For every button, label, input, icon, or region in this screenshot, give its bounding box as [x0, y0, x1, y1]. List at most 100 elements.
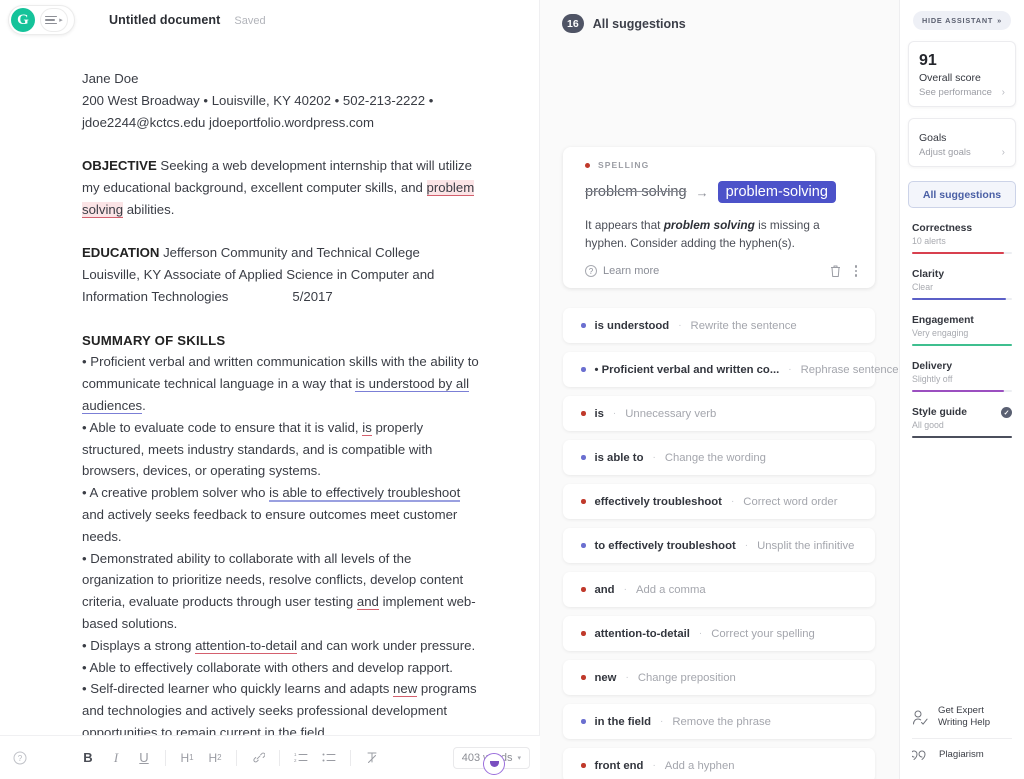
- learn-more-link[interactable]: ? Learn more: [585, 265, 659, 277]
- suggestion-target-text: in the field: [594, 715, 652, 728]
- metric-delivery[interactable]: Delivery Slightly off: [912, 361, 1012, 392]
- hide-assistant-label: HIDE ASSISTANT: [921, 16, 994, 25]
- metric-name-row: Style guide ✓: [912, 407, 1012, 418]
- education-heading: EDUCATION: [82, 245, 160, 261]
- grammarly-logo-icon[interactable]: G: [11, 8, 35, 32]
- adjust-goals-link[interactable]: Adjust goals ›: [919, 147, 1005, 158]
- grammarly-editor-app: G ▸ Untitled document Saved Jane Doe 200…: [0, 0, 1024, 779]
- doc-education-line-2: Louisville, KY Associate of Applied Scie…: [82, 264, 484, 308]
- clear-formatting-icon[interactable]: [358, 744, 386, 772]
- question-mark-icon: ?: [585, 265, 597, 277]
- list-item[interactable]: to effectively troubleshoot · Unsplit th…: [563, 528, 875, 563]
- bullet-flagged-phrase-last[interactable]: in the field: [264, 724, 325, 735]
- trash-icon[interactable]: [829, 264, 842, 278]
- suggestion-action-text: Remove the phrase: [672, 715, 771, 728]
- severity-dot-icon: [581, 543, 586, 548]
- h2-sub: 2: [217, 753, 222, 762]
- list-item[interactable]: • Proficient verbal and written co... · …: [563, 352, 899, 387]
- bullet-flagged-phrase[interactable]: is: [362, 419, 372, 436]
- chevron-down-icon: ▸: [59, 17, 63, 24]
- metric-engagement[interactable]: Engagement Very engaging: [912, 315, 1012, 346]
- objective-text-after: abilities.: [123, 201, 175, 217]
- see-performance-link[interactable]: See performance ›: [919, 87, 1005, 98]
- overall-score-value: 91: [919, 52, 937, 69]
- metric-clarity[interactable]: Clarity Clear: [912, 269, 1012, 300]
- metric-status: All good: [912, 420, 944, 430]
- bullet-flagged-phrase[interactable]: and: [356, 594, 379, 611]
- help-icon[interactable]: ?: [0, 751, 40, 765]
- document-title[interactable]: Untitled document: [109, 13, 220, 27]
- overall-score-label: Overall score: [919, 72, 981, 84]
- list-item[interactable]: attention-to-detail · Correct your spell…: [563, 616, 875, 651]
- bullet-text-after: .: [142, 397, 146, 413]
- metric-bar: [912, 344, 1012, 346]
- numbered-list-icon[interactable]: 12: [287, 744, 315, 772]
- list-item[interactable]: and · Add a comma: [563, 572, 875, 607]
- underline-button[interactable]: U: [130, 744, 158, 772]
- list-item[interactable]: is · Unnecessary verb: [563, 396, 875, 431]
- heading-1-button[interactable]: H1: [173, 744, 201, 772]
- kebab-menu-icon[interactable]: [854, 265, 857, 277]
- list-item[interactable]: effectively troubleshoot · Correct word …: [563, 484, 875, 519]
- bullet-text: • Self-directed learner who quickly lear…: [82, 681, 394, 697]
- goals-card[interactable]: Goals Adjust goals ›: [908, 118, 1016, 167]
- see-performance-label: See performance: [919, 87, 992, 98]
- format-button-group: B I U H1 H2 12: [74, 744, 386, 772]
- overall-score-card[interactable]: 91 Overall score See performance ›: [908, 41, 1016, 107]
- suggestion-action-text: Change the wording: [664, 451, 766, 464]
- logo-menu-pill[interactable]: G ▸: [8, 5, 75, 35]
- metric-correctness[interactable]: Correctness 10 alerts: [912, 223, 1012, 254]
- bullet-text-after: and can work under pressure.: [297, 637, 476, 653]
- doc-bullet: • Able to effectively collaborate with o…: [82, 659, 453, 675]
- bullet-flagged-phrase[interactable]: is able to effectively troubleshoot: [269, 485, 461, 503]
- metric-style-guide[interactable]: Style guide ✓ All good: [912, 407, 1012, 438]
- document-title-group: Untitled document Saved: [109, 13, 266, 27]
- bullet-flagged-phrase[interactable]: attention-to-detail: [195, 637, 297, 654]
- footer-label: Plagiarism: [939, 749, 984, 760]
- italic-button[interactable]: I: [102, 744, 130, 772]
- suggestion-target-text: is understood: [594, 319, 670, 332]
- list-item[interactable]: new · Change preposition: [563, 660, 875, 695]
- objective-heading: OBJECTIVE: [82, 158, 157, 174]
- get-expert-writing-help-button[interactable]: Get Expert Writing Help: [900, 696, 1024, 738]
- suggestion-action-text: Add a comma: [635, 583, 706, 596]
- h2-label: H: [208, 750, 218, 765]
- suggestion-description: It appears that problem solving is missi…: [585, 216, 857, 252]
- svg-text:1: 1: [294, 752, 297, 757]
- separator: ·: [730, 496, 735, 507]
- list-item[interactable]: in the field · Remove the phrase: [563, 704, 875, 739]
- severity-dot-icon: [581, 631, 586, 636]
- suggestion-action-text: Rephrase sentence: [800, 363, 899, 376]
- list-item[interactable]: front end · Add a hyphen: [563, 748, 875, 779]
- suggestion-action-text: Correct word order: [743, 495, 838, 508]
- arrow-right-icon: →: [695, 184, 709, 200]
- grammarly-assistant-icon[interactable]: [483, 753, 505, 775]
- separator: ·: [623, 584, 627, 595]
- link-icon[interactable]: [244, 744, 272, 772]
- list-item[interactable]: is understood · Rewrite the sentence: [563, 308, 875, 343]
- separator: ·: [612, 408, 617, 419]
- severity-dot-icon: [581, 455, 586, 460]
- active-suggestion-card[interactable]: SPELLING problem solving → problem-solvi…: [563, 147, 875, 288]
- hide-assistant-button[interactable]: HIDE ASSISTANT »: [913, 11, 1011, 30]
- document-text-area[interactable]: Jane Doe 200 West Broadway • Louisville,…: [0, 52, 539, 735]
- apply-suggestion-button[interactable]: problem-solving: [717, 181, 836, 203]
- heading-2-button[interactable]: H2: [201, 744, 229, 772]
- h1-label: H: [180, 750, 190, 765]
- severity-dot-icon: [581, 323, 586, 328]
- metric-bar: [912, 436, 1012, 438]
- document-menu-button[interactable]: ▸: [40, 8, 68, 32]
- bold-button[interactable]: B: [74, 744, 102, 772]
- h1-sub: 1: [189, 753, 194, 762]
- bullet-list-icon[interactable]: [315, 744, 343, 772]
- all-suggestions-tab[interactable]: All suggestions: [908, 181, 1016, 208]
- plagiarism-button[interactable]: Plagiarism: [900, 739, 1024, 771]
- bullet-period: .: [324, 724, 329, 735]
- suggestion-action-text: Unsplit the infinitive: [757, 539, 855, 552]
- list-item[interactable]: is able to · Change the wording: [563, 440, 875, 475]
- footer-label: Get Expert Writing Help: [938, 705, 990, 729]
- document-topbar: G ▸ Untitled document Saved: [0, 0, 539, 40]
- bullet-flagged-phrase[interactable]: new: [393, 681, 418, 698]
